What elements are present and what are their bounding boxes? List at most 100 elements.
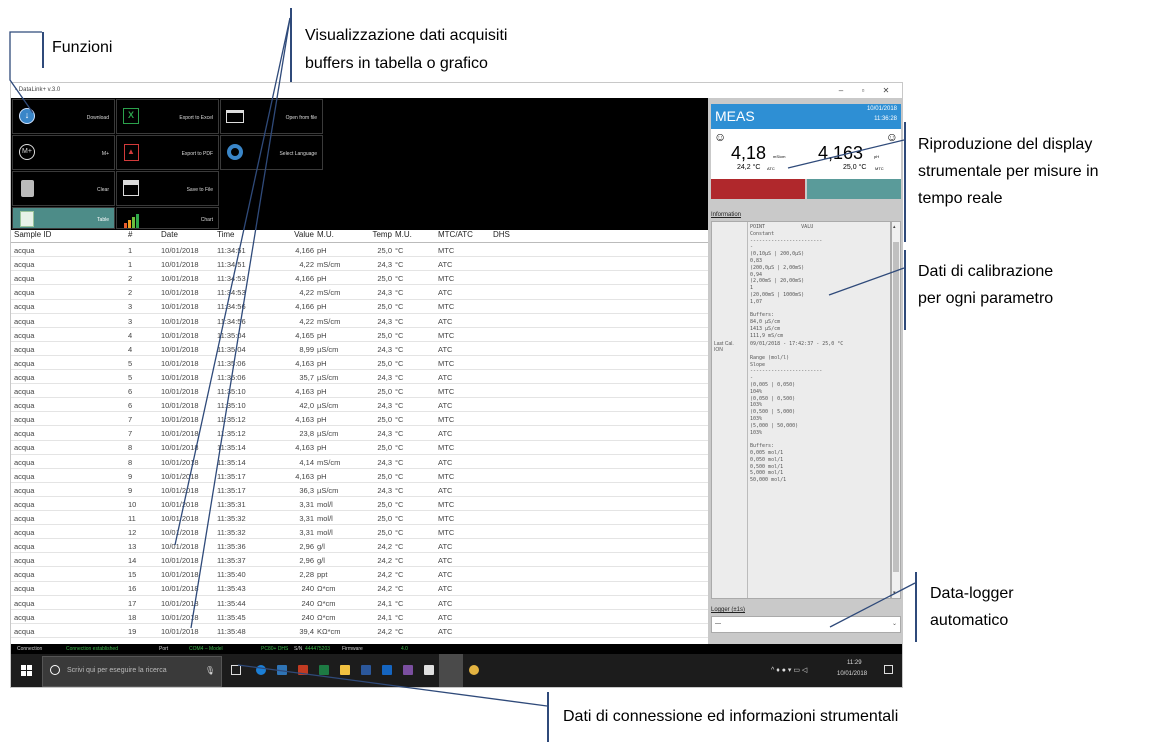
- powerpoint-icon[interactable]: [298, 665, 308, 675]
- cell-temp-mu: °C: [395, 344, 404, 354]
- table-row[interactable]: acqua 13 10/01/2018 11:35:36 2,96 g/l 24,2 °C AT…: [11, 540, 708, 554]
- calibration-line: 111,9 mS/cm: [750, 332, 784, 339]
- table-row[interactable]: acqua 17 10/01/2018 11:35:44 240 Ω*cm 24,1 °C AT…: [11, 597, 708, 610]
- windows-start-icon[interactable]: [21, 665, 32, 676]
- word-icon[interactable]: [361, 665, 371, 675]
- left-measure-unit: mS/cm: [773, 154, 786, 159]
- table-row[interactable]: acqua 8 10/01/2018 11:35:14 4,163 pH 25,0 °C MTC: [11, 441, 708, 455]
- status-bar: Connection Connection established Port C…: [11, 644, 902, 654]
- edge-icon[interactable]: [256, 665, 266, 675]
- m-plus-button[interactable]: M+ M+: [12, 135, 115, 170]
- table-row[interactable]: acqua 4 10/01/2018 11:35:04 4,165 pH 25,0 °C MTC: [11, 329, 708, 342]
- cell-sample-id: acqua: [14, 499, 35, 509]
- table-row[interactable]: acqua 19 10/01/2018 11:35:48 39,4 KΩ*cm 24,2 °C…: [11, 625, 708, 638]
- table-row[interactable]: acqua 9 10/01/2018 11:35:17 36,3 µS/cm 24,3 °C A…: [11, 484, 708, 497]
- sn-label: S/N: [294, 646, 303, 652]
- table-row[interactable]: acqua 4 10/01/2018 11:35:04 8,99 µS/cm 24,3 °C A…: [11, 343, 708, 356]
- maximize-button[interactable]: ▫: [852, 83, 874, 98]
- info-scrollbar[interactable]: ▴ ▾: [891, 221, 901, 599]
- cell-date: 10/01/2018: [161, 556, 199, 566]
- cell-mu: mS/cm: [317, 260, 341, 270]
- open-file-button[interactable]: Open from file: [220, 99, 323, 134]
- excel-taskbar-icon[interactable]: [319, 665, 329, 675]
- pdf-reader-icon[interactable]: [424, 665, 434, 675]
- table-row[interactable]: acqua 6 10/01/2018 11:35:10 42,0 µS/cm 24,3 °C A…: [11, 399, 708, 413]
- table-row[interactable]: acqua 10 10/01/2018 11:35:31 3,31 mol/l 25,0 °C…: [11, 498, 708, 512]
- select-language-button[interactable]: Select Language: [220, 135, 323, 170]
- table-row[interactable]: acqua 15 10/01/2018 11:35:40 2,28 ppt 24,2 °C AT…: [11, 568, 708, 582]
- cell-sample-id: acqua: [14, 246, 35, 255]
- header-temp[interactable]: Temp: [372, 230, 392, 239]
- table-row[interactable]: acqua 14 10/01/2018 11:35:37 2,96 g/l 24,2 °C AT…: [11, 554, 708, 568]
- firmware-value: 4.0: [401, 646, 408, 652]
- cell-temp: 25,0: [377, 246, 392, 255]
- logger-select[interactable]: --- ⌄: [711, 616, 901, 633]
- system-tray-icons[interactable]: ^ ♦ ● ▾ ▭ ◁: [771, 666, 807, 674]
- cell-temp: 25,0: [377, 302, 392, 312]
- scroll-down-icon[interactable]: ▾: [893, 590, 896, 596]
- close-button[interactable]: ✕: [875, 83, 897, 98]
- calibration-line: ------------------------: [750, 237, 823, 244]
- export-pdf-button[interactable]: ▲ Export to PDF: [116, 135, 219, 170]
- table-row[interactable]: acqua 2 10/01/2018 11:34:53 4,22 mS/cm 24,3 °C A…: [11, 286, 708, 300]
- minimize-button[interactable]: –: [830, 83, 852, 98]
- header-number[interactable]: #: [128, 230, 132, 239]
- pdf-icon: ▲: [120, 141, 142, 163]
- table-row[interactable]: acqua 5 10/01/2018 11:35:06 4,163 pH 25,0 °C MTC: [11, 357, 708, 371]
- scroll-up-icon[interactable]: ▴: [893, 224, 896, 230]
- explorer-icon[interactable]: [277, 665, 287, 675]
- download-button[interactable]: ↓ Download: [12, 99, 115, 134]
- save-file-button[interactable]: Save to File: [116, 171, 219, 206]
- table-row[interactable]: acqua 8 10/01/2018 11:35:14 4,14 mS/cm 24,3 °C A…: [11, 456, 708, 469]
- cell-sample-id: acqua: [14, 528, 35, 537]
- clock-date[interactable]: 10/01/2018: [837, 671, 867, 677]
- chart-button[interactable]: Chart: [116, 207, 219, 229]
- table-row[interactable]: acqua 1 10/01/2018 11:34:51 4,166 pH 25,0 °C MTC: [11, 244, 708, 258]
- table-row[interactable]: acqua 11 10/01/2018 11:35:32 3,31 mol/l 25,0 °C…: [11, 512, 708, 526]
- header-mu[interactable]: M.U.: [317, 230, 334, 239]
- table-row[interactable]: acqua 9 10/01/2018 11:35:17 4,163 pH 25,0 °C MTC: [11, 470, 708, 483]
- cell-number: 16: [128, 584, 137, 594]
- chrome-icon[interactable]: [469, 665, 479, 675]
- scroll-thumb[interactable]: [893, 242, 899, 572]
- export-excel-button[interactable]: X Export to Excel: [116, 99, 219, 134]
- header-time[interactable]: Time: [217, 230, 234, 239]
- cell-mu: pH: [317, 443, 327, 453]
- header-dhs[interactable]: DHS: [493, 230, 510, 239]
- cell-temp-mu: °C: [395, 612, 404, 622]
- clock-time[interactable]: 11:29: [847, 660, 862, 666]
- table-button[interactable]: Table: [12, 207, 115, 229]
- table-row[interactable]: acqua 3 10/01/2018 11:34:56 4,22 mS/cm 24,3 °C A…: [11, 315, 708, 328]
- datalink-taskbar-icon[interactable]: [439, 654, 463, 687]
- onenote-icon[interactable]: [403, 665, 413, 675]
- table-row[interactable]: acqua 2 10/01/2018 11:34:53 4,166 pH 25,0 °C MTC: [11, 272, 708, 286]
- header-mtc-atc[interactable]: MTC/ATC: [438, 230, 473, 239]
- table-row[interactable]: acqua 3 10/01/2018 11:34:56 4,166 pH 25,0 °C MTC: [11, 300, 708, 314]
- last-cal-value: 09/01/2018 - 17:42:37 - 25,0 °C: [750, 341, 844, 347]
- clear-button[interactable]: Clear: [12, 171, 115, 206]
- table-row[interactable]: acqua 12 10/01/2018 11:35:32 3,31 mol/l 25,0 °C…: [11, 526, 708, 540]
- cell-date: 10/01/2018: [161, 443, 199, 453]
- microphone-icon: 🎙: [204, 666, 215, 675]
- notifications-icon[interactable]: [884, 665, 893, 674]
- table-row[interactable]: acqua 6 10/01/2018 11:35:10 4,163 pH 25,0 °C MTC: [11, 385, 708, 399]
- cell-sample-id: acqua: [14, 274, 35, 284]
- table-row[interactable]: acqua 5 10/01/2018 11:35:06 35,7 µS/cm 24,3 °C A…: [11, 371, 708, 385]
- table-row[interactable]: acqua 7 10/01/2018 11:35:12 4,163 pH 25,0 °C MTC: [11, 413, 708, 427]
- info-divider: [747, 222, 748, 598]
- outlook-icon[interactable]: [382, 665, 392, 675]
- task-view-icon[interactable]: [231, 665, 241, 675]
- taskbar-search-box[interactable]: Scrivi qui per eseguire la ricerca 🎙: [42, 656, 222, 687]
- table-row[interactable]: acqua 16 10/01/2018 11:35:43 240 Ω*cm 24,2 °C AT…: [11, 582, 708, 596]
- folder-taskbar-icon[interactable]: [340, 665, 350, 675]
- calibration-line: 103%: [750, 402, 763, 409]
- table-row[interactable]: acqua 7 10/01/2018 11:35:12 23,8 µS/cm 24,3 °C A…: [11, 427, 708, 441]
- header-temp-mu[interactable]: M.U.: [395, 230, 412, 239]
- right-status-bar: [807, 179, 901, 199]
- calibration-line: (2,00mS | 20,00mS): [750, 278, 805, 285]
- table-row[interactable]: acqua 18 10/01/2018 11:35:45 240 Ω*cm 24,1 °C AT…: [11, 611, 708, 624]
- header-value[interactable]: Value: [294, 230, 314, 239]
- header-date[interactable]: Date: [161, 230, 178, 239]
- header-sample-id[interactable]: Sample ID: [14, 230, 51, 239]
- table-row[interactable]: acqua 1 10/01/2018 11:34:51 4,22 mS/cm 24,3 °C A…: [11, 258, 708, 272]
